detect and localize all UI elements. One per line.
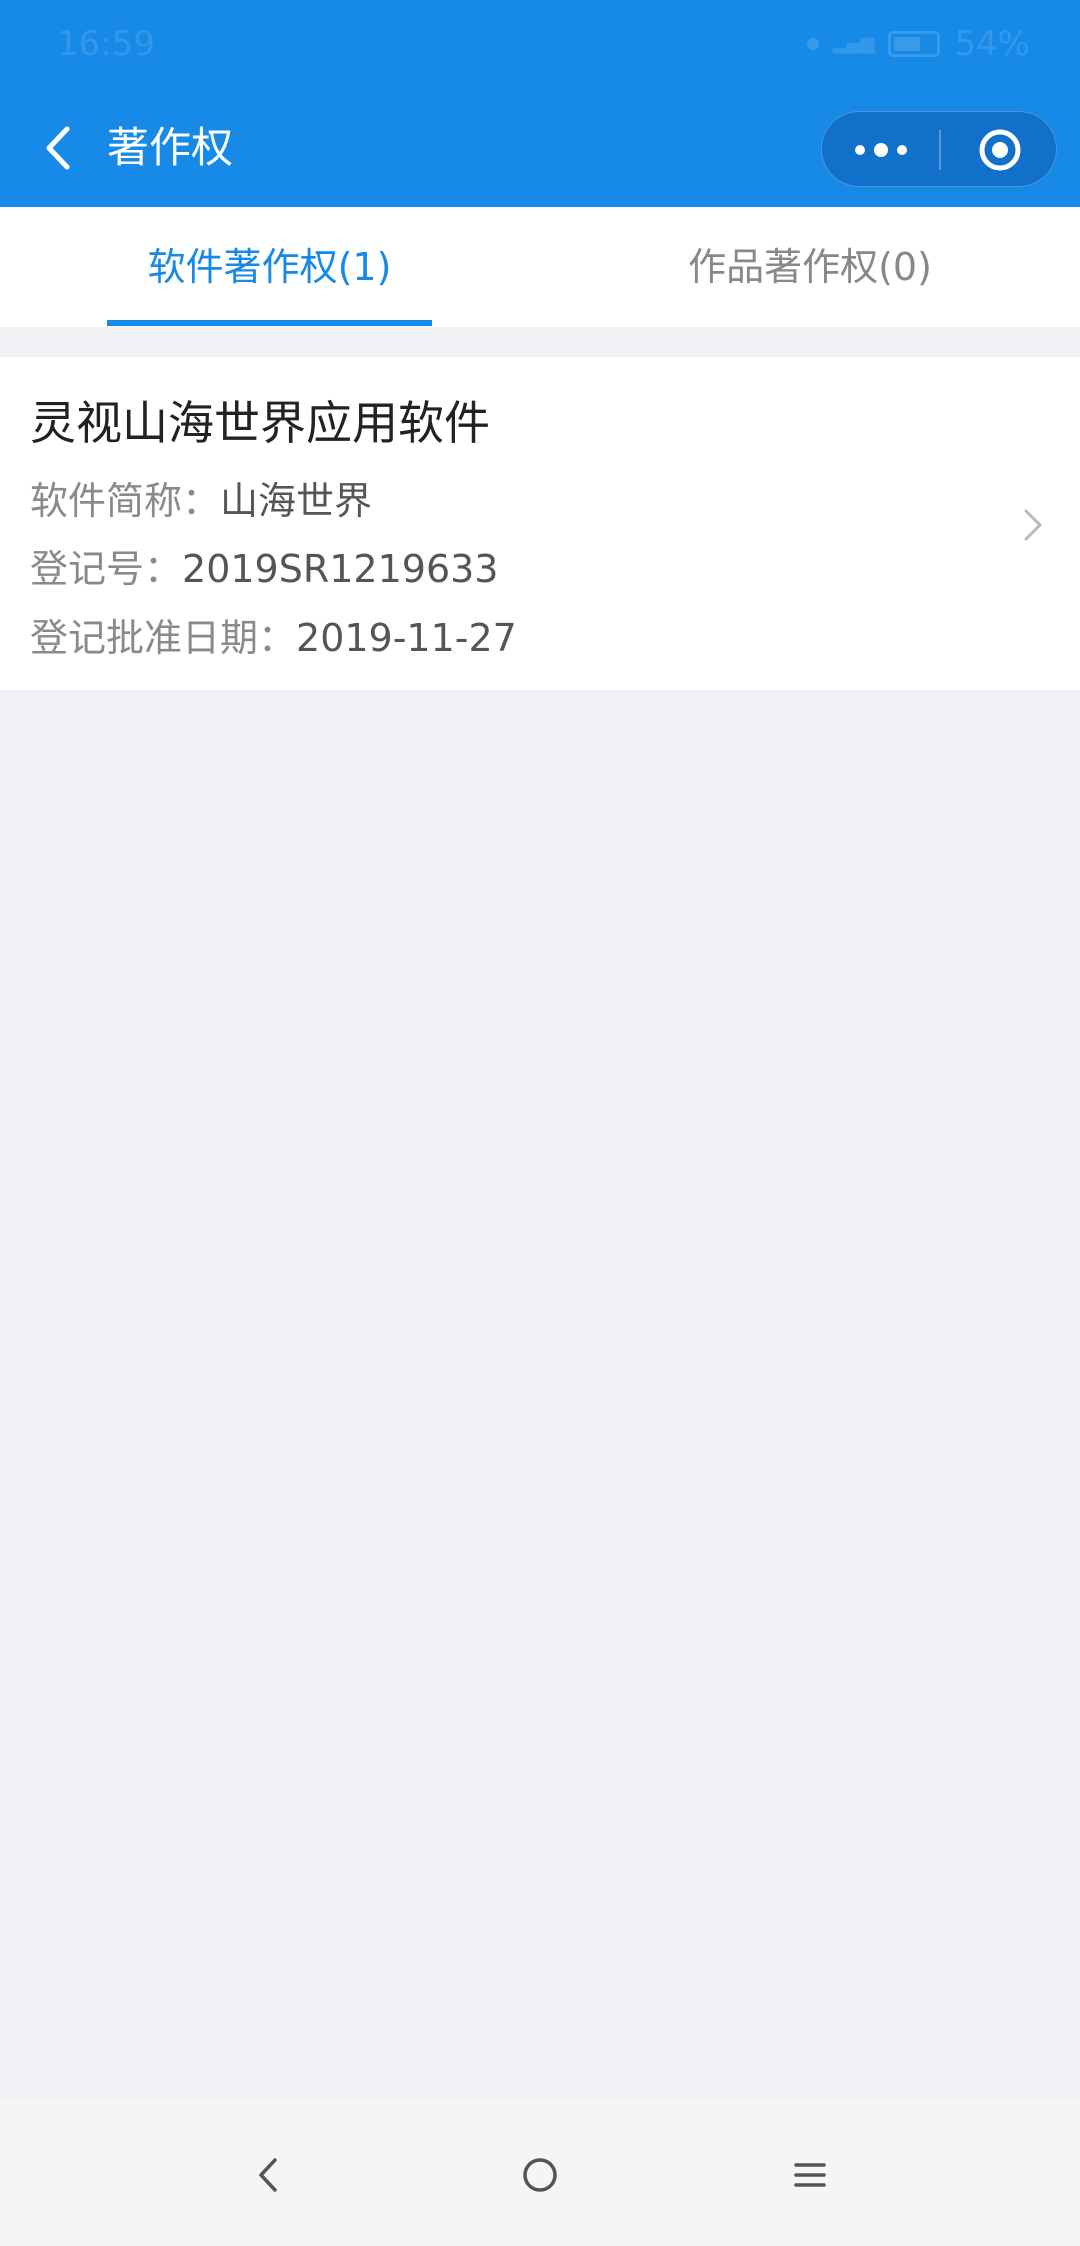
- tab-works-copyright[interactable]: 作品著作权(0): [640, 207, 980, 327]
- nav-menu-button[interactable]: [775, 2140, 845, 2210]
- target-close-icon: [979, 129, 1020, 171]
- registration-number-label: 登记号：: [30, 547, 183, 591]
- approval-date-value: 2019-11-27: [296, 616, 517, 660]
- header: 著作权: [0, 90, 1080, 207]
- short-name-label: 软件简称：: [30, 479, 221, 523]
- more-button[interactable]: [822, 112, 939, 188]
- status-bar: 16:59 ▂▄▆ 54%: [0, 0, 1080, 90]
- nav-back-button[interactable]: [233, 2140, 303, 2210]
- more-dot-icon: [873, 143, 888, 157]
- more-dot-icon: [854, 145, 865, 155]
- tab-software-copyright[interactable]: 软件著作权(1): [107, 207, 432, 327]
- status-time: 16:59: [57, 24, 155, 64]
- registration-number-row: 登记号：2019SR1219633: [30, 538, 498, 593]
- registration-number-value: 2019SR1219633: [182, 547, 499, 591]
- copyright-record-card[interactable]: 灵视山海世界应用软件 软件简称：山海世界 登记号：2019SR1219633 登…: [0, 357, 1080, 690]
- copyright-page: 16:59 ▂▄▆ 54% 著作权 软件著作权(1) 作品著作权(0) 灵视山海…: [0, 0, 1080, 2246]
- status-icons: ▂▄▆ 54%: [806, 24, 1030, 64]
- page-title: 著作权: [107, 123, 234, 172]
- battery-level: 54%: [954, 24, 1030, 64]
- chevron-right-icon: [1024, 509, 1042, 541]
- nav-home-button[interactable]: [505, 2140, 575, 2210]
- active-tab-indicator: [107, 320, 432, 326]
- notification-dot-icon: [806, 38, 819, 50]
- chevron-left-icon: [46, 126, 70, 170]
- nav-home-icon: [523, 2158, 557, 2192]
- short-name-row: 软件简称：山海世界: [30, 470, 372, 525]
- nav-menu-icon: [794, 2163, 826, 2187]
- battery-icon: [888, 31, 941, 57]
- nav-back-icon: [259, 2158, 277, 2192]
- approval-date-label: 登记批准日期：: [30, 616, 297, 660]
- signal-icon: ▂▄▆: [832, 33, 875, 54]
- more-dot-icon: [896, 145, 907, 155]
- tab-bar: 软件著作权(1) 作品著作权(0): [0, 207, 1080, 327]
- mini-program-capsule: [821, 111, 1057, 187]
- close-button[interactable]: [941, 112, 1058, 188]
- approval-date-row: 登记批准日期：2019-11-27: [30, 607, 517, 662]
- back-button[interactable]: [28, 118, 88, 178]
- system-nav-bar: [0, 2100, 1080, 2246]
- short-name-value: 山海世界: [220, 479, 373, 523]
- top-bar: 16:59 ▂▄▆ 54% 著作权: [0, 0, 1080, 207]
- record-name: 灵视山海世界应用软件: [30, 396, 490, 450]
